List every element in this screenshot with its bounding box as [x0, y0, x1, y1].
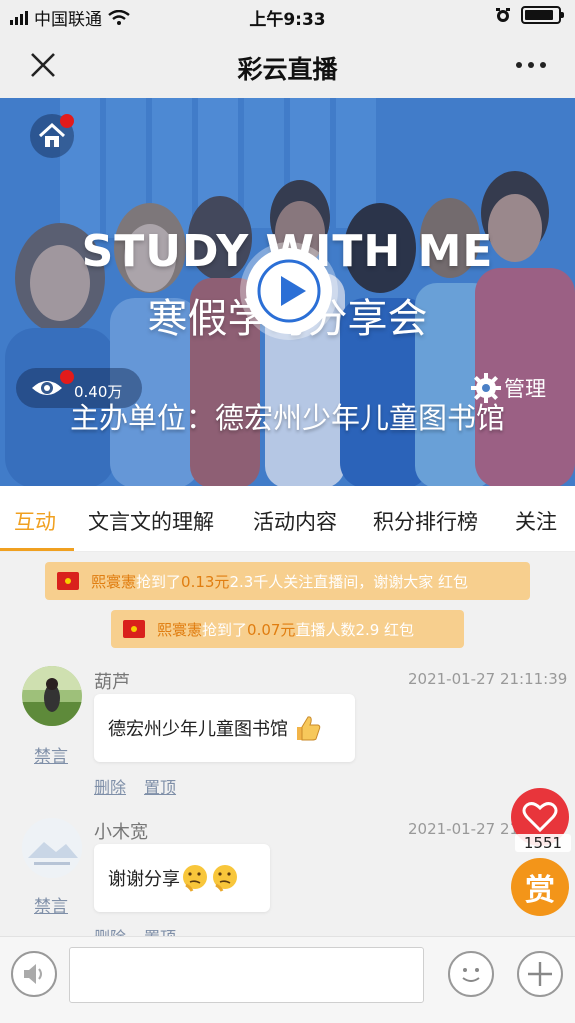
red-packet-user: 熙寰憲 [157, 620, 203, 639]
tab-interaction[interactable]: 互动 [14, 506, 56, 536]
manage-label: 管理 [504, 377, 546, 401]
red-packet-icon [57, 572, 79, 590]
thinking-face-icon [213, 865, 237, 892]
speaker-icon [24, 964, 42, 984]
input-bar [0, 936, 575, 1023]
red-packet-notice: 熙寰憲 抢到了 0.07元 直播人数2.9 红包 [111, 610, 464, 648]
home-button[interactable] [30, 114, 74, 158]
tab-follow[interactable]: 关注 [515, 506, 557, 536]
plus-icon [528, 962, 552, 986]
message-username: 葫芦 [94, 672, 130, 693]
message-text: 谢谢分享 [108, 869, 180, 890]
tab-activity-content[interactable]: 活动内容 [253, 506, 337, 536]
gear-icon [471, 373, 501, 403]
pin-link[interactable]: 置顶 [144, 924, 176, 936]
message-username: 小木宽 [94, 822, 148, 843]
red-packet-message: 直播人数2.9 红包 [295, 620, 415, 639]
red-packet-notice: 熙寰憲 抢到了 0.13元 2.3千人关注直播间，谢谢大家 红包 [45, 562, 530, 600]
like-count: 1551 [515, 834, 571, 852]
thinking-face-icon [183, 865, 207, 892]
mute-link[interactable]: 禁言 [34, 742, 68, 767]
delete-link[interactable]: 删除 [94, 924, 126, 936]
page-title: 彩云直播 [237, 55, 338, 84]
active-tab-indicator [0, 548, 74, 551]
red-packet-message: 2.3千人关注直播间，谢谢大家 红包 [229, 572, 469, 591]
notification-dot [60, 370, 74, 384]
avatar[interactable] [22, 666, 82, 726]
red-packet-icon [123, 620, 145, 638]
avatar[interactable] [22, 818, 82, 878]
tab-bar: 互动 文言文的理解 活动内容 积分排行榜 关注 [0, 486, 575, 552]
message-text: 德宏州少年儿童图书馆 [108, 719, 288, 740]
emoji-button[interactable] [448, 951, 494, 997]
message-actions: 删除 置顶 [94, 774, 176, 798]
alarm-icon [496, 8, 510, 22]
red-packet-action: 抢到了 [136, 572, 182, 591]
add-button[interactable] [517, 951, 563, 997]
status-bar: 中国联通 上午9:33 [0, 0, 575, 32]
mute-link[interactable]: 禁言 [34, 892, 68, 917]
more-icon[interactable] [511, 48, 551, 82]
play-icon [257, 259, 321, 323]
nav-bar: 彩云直播 [0, 32, 575, 98]
chat-feed[interactable]: 熙寰憲 抢到了 0.13元 2.3千人关注直播间，谢谢大家 红包 熙寰憲 抢到了… [0, 552, 575, 936]
battery-icon [521, 6, 564, 24]
status-time: 上午9:33 [249, 10, 326, 30]
smiley-icon [462, 968, 480, 982]
message-bubble: 谢谢分享 [94, 844, 270, 912]
red-packet-user: 熙寰憲 [91, 572, 137, 591]
notification-dot [60, 114, 74, 128]
voice-button[interactable] [11, 951, 57, 997]
red-packet-action: 抢到了 [202, 620, 248, 639]
message-time: 2021-01-27 21:11:39 [408, 670, 568, 688]
tab-points-ranking[interactable]: 积分排行榜 [373, 506, 478, 536]
play-button[interactable] [246, 248, 332, 334]
manage-button[interactable]: 管理 [470, 372, 546, 404]
pin-link[interactable]: 置顶 [144, 774, 176, 798]
red-packet-amount: 0.07元 [247, 620, 296, 639]
tab-classical-chinese[interactable]: 文言文的理解 [88, 506, 214, 536]
comment-input[interactable] [69, 947, 424, 1003]
thumbs-up-icon [297, 716, 321, 741]
live-banner[interactable]: STUDY WITH ME 寒假学习分享会 0.40万 主办单位：德宏州少年儿童… [0, 98, 575, 486]
red-packet-amount: 0.13元 [181, 572, 230, 591]
message-time: 2021-01-27 21 [408, 820, 520, 838]
message-actions: 删除 置顶 [94, 924, 176, 936]
reward-button[interactable]: 赏 [511, 858, 569, 916]
delete-link[interactable]: 删除 [94, 774, 126, 798]
message-bubble: 德宏州少年儿童图书馆 [94, 694, 355, 762]
